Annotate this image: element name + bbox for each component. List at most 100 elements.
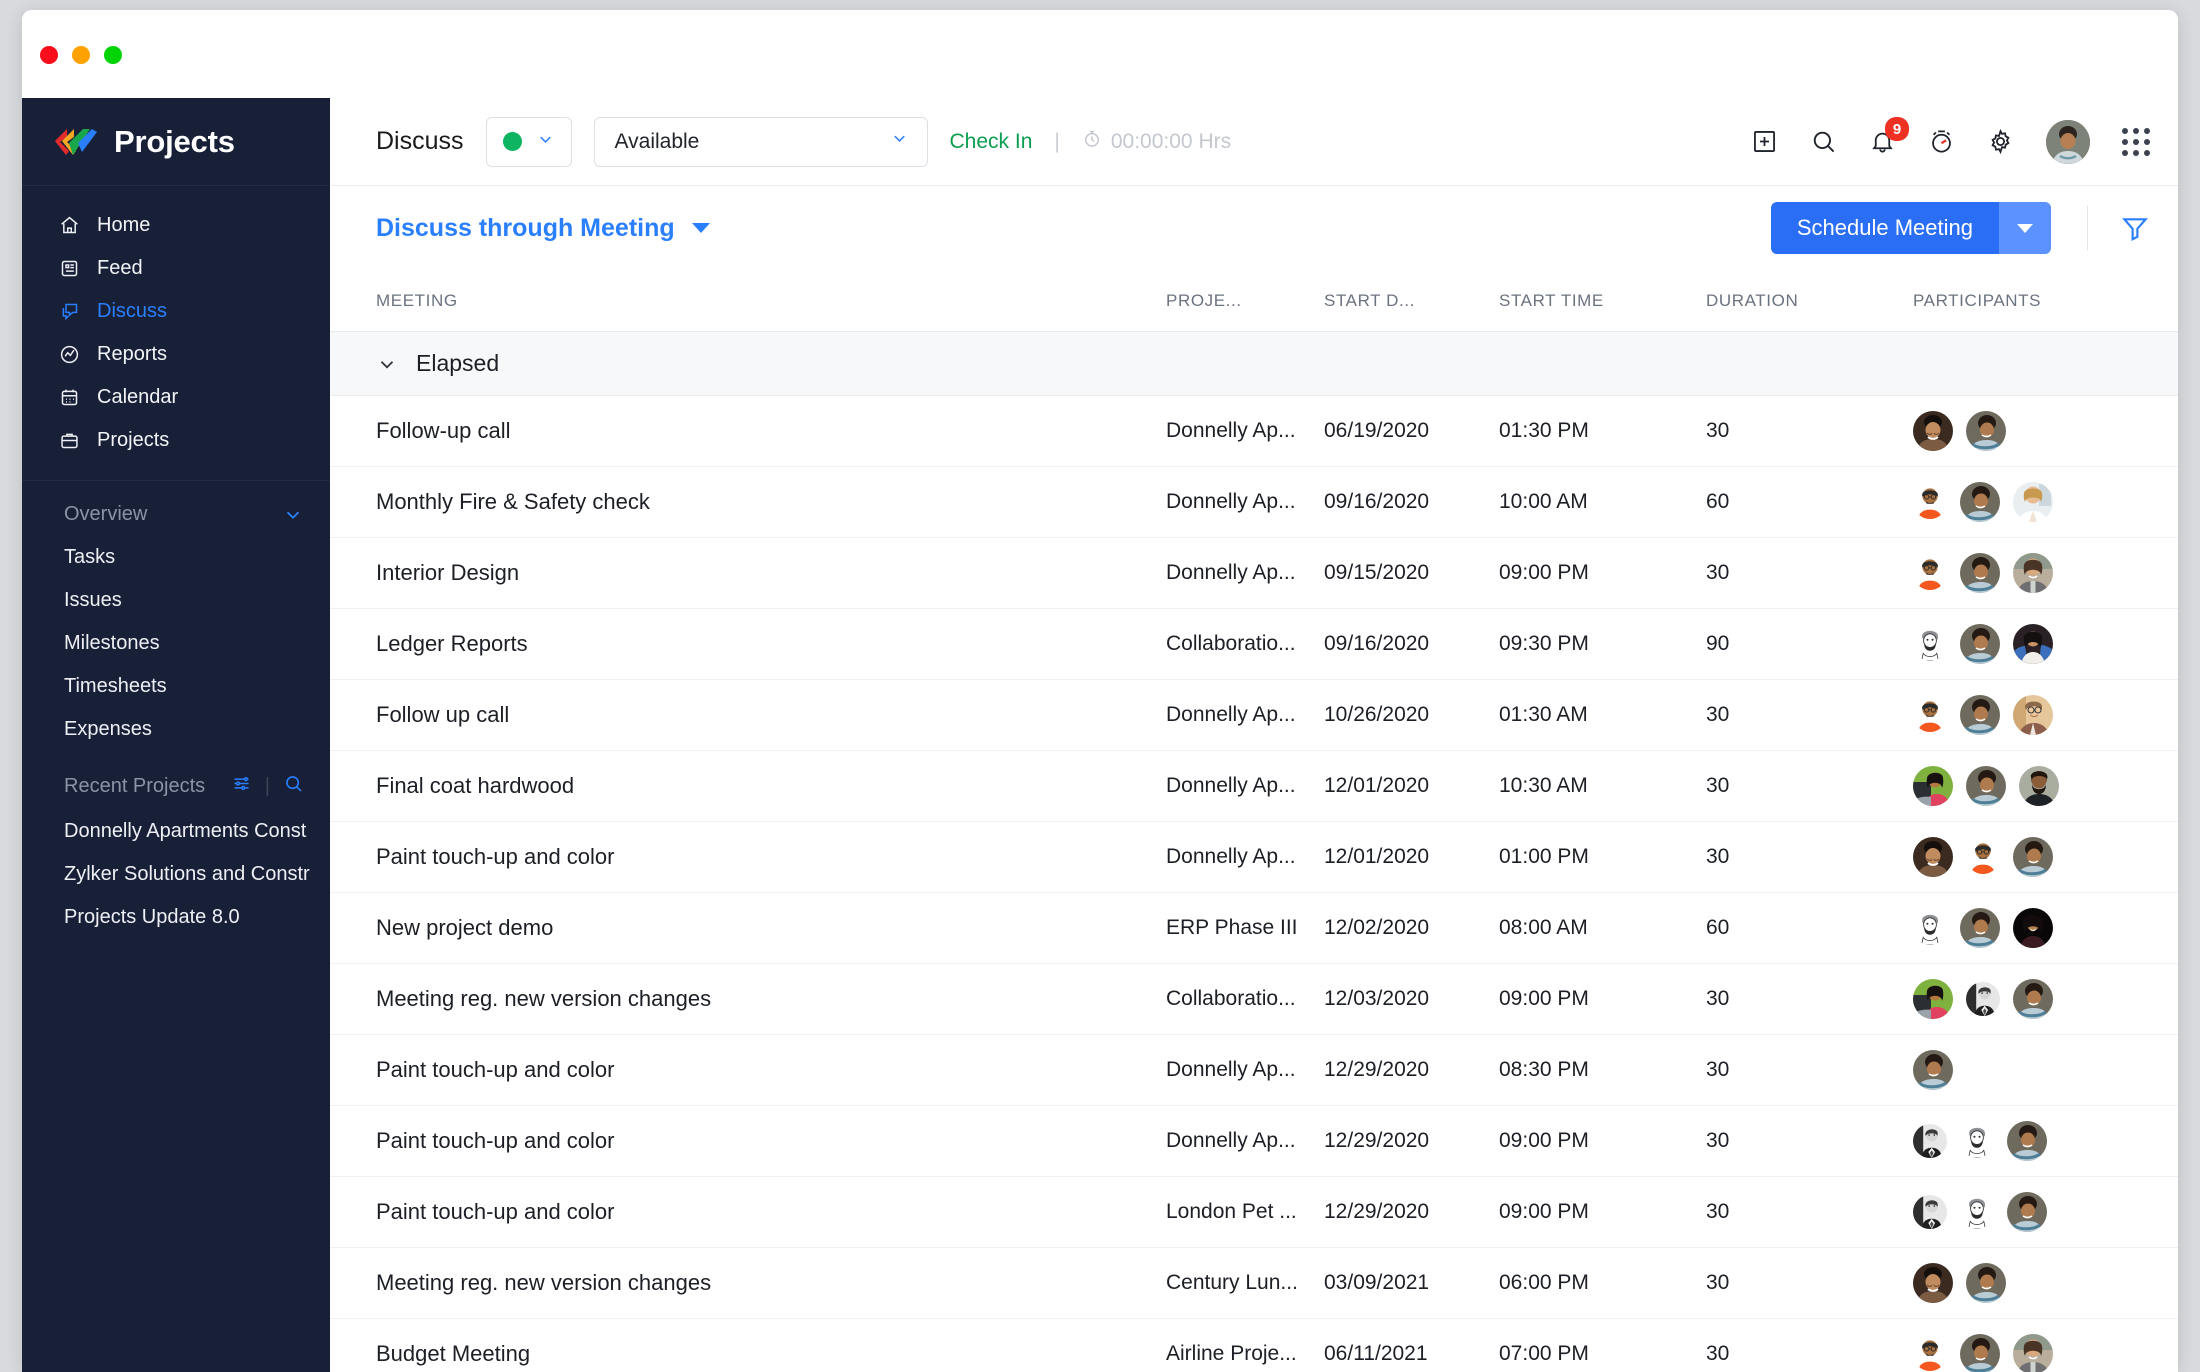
participant-avatar[interactable] (1966, 840, 2000, 874)
chevron-down-icon[interactable] (282, 504, 304, 526)
participant-avatar[interactable] (1913, 627, 1947, 661)
participant-avatar[interactable] (2013, 979, 2053, 1019)
table-row[interactable]: New project demo ERP Phase III 12/02/2020 0… (330, 893, 2178, 964)
table-row[interactable]: Budget Meeting Airline Proje... 06/11/2021… (330, 1319, 2178, 1372)
sidebar-item-label: Calendar (97, 386, 179, 408)
maximize-window-button[interactable] (104, 46, 122, 64)
filter-settings-icon[interactable] (231, 773, 252, 800)
table-row[interactable]: Final coat hardwood Donnelly Ap... 12/01/2… (330, 751, 2178, 822)
cell-participants (1913, 979, 2150, 1019)
participant-avatar[interactable] (1960, 1195, 1994, 1229)
table-row[interactable]: Monthly Fire & Safety check Donnelly Ap..… (330, 467, 2178, 538)
table-row[interactable]: Paint touch-up and color Donnelly Ap... 12… (330, 1106, 2178, 1177)
table-row[interactable]: Ledger Reports Collaboratio... 09/16/2020 0… (330, 609, 2178, 680)
sidebar-item-feed[interactable]: Feed (22, 247, 330, 290)
participant-avatar[interactable] (2007, 1121, 2047, 1161)
table-row[interactable]: Paint touch-up and color Donnelly Ap... 12… (330, 822, 2178, 893)
check-in-button[interactable]: Check In (950, 130, 1033, 154)
participant-avatar[interactable] (2019, 766, 2059, 806)
participant-avatar[interactable] (1960, 695, 2000, 735)
add-box-icon[interactable] (1751, 128, 1778, 155)
table-row[interactable]: Interior Design Donnelly Ap... 09/15/2020 0… (330, 538, 2178, 609)
participant-avatar[interactable] (2013, 1334, 2053, 1372)
close-window-button[interactable] (40, 46, 58, 64)
participant-avatar[interactable] (1960, 482, 2000, 522)
settings-icon[interactable] (1987, 128, 2014, 155)
availability-select[interactable]: Available (593, 116, 928, 167)
column-header-duration[interactable]: DURATION (1706, 291, 1913, 311)
column-header-start-time[interactable]: START TIME (1499, 291, 1706, 311)
participant-avatar[interactable] (2013, 695, 2053, 735)
participant-avatar[interactable] (1913, 556, 1947, 590)
schedule-meeting-button[interactable]: Schedule Meeting (1770, 202, 1999, 254)
notifications-icon[interactable]: 9 (1869, 117, 1909, 155)
participant-avatar[interactable] (1913, 485, 1947, 519)
participant-avatar[interactable] (2007, 1192, 2047, 1232)
table-row[interactable]: Meeting reg. new version changes Century … (330, 1248, 2178, 1319)
table-row[interactable]: Meeting reg. new version changes Collabor… (330, 964, 2178, 1035)
participant-avatar[interactable] (1966, 766, 2006, 806)
column-header-start-date[interactable]: START D... (1324, 291, 1499, 311)
recent-project-item[interactable]: Projects Update 8.0 (22, 896, 330, 939)
column-header-participants[interactable]: PARTICIPANTS (1913, 291, 2150, 311)
cell-start-time: 08:30 PM (1499, 1058, 1589, 1081)
participant-avatar[interactable] (1960, 908, 2000, 948)
sidebar-item-issues[interactable]: Issues (22, 579, 330, 622)
status-indicator-dropdown[interactable] (485, 116, 572, 167)
participant-avatar[interactable] (1960, 1334, 2000, 1372)
participant-avatar-group (1913, 837, 2150, 877)
sidebar-item-home[interactable]: Home (22, 204, 330, 247)
column-header-meeting[interactable]: MEETING (376, 291, 1166, 311)
participant-avatar[interactable] (1913, 1337, 1947, 1371)
recent-project-item[interactable]: Zylker Solutions and Constr (22, 853, 330, 896)
participant-avatar[interactable] (1960, 624, 2000, 664)
schedule-meeting-dropdown-button[interactable] (1999, 202, 2051, 254)
minimize-window-button[interactable] (72, 46, 90, 64)
group-row-elapsed[interactable]: Elapsed (330, 332, 2178, 396)
apps-grid-icon[interactable] (2122, 127, 2150, 156)
participant-avatar[interactable] (2013, 908, 2053, 948)
participant-avatar[interactable] (1966, 982, 2000, 1016)
participant-avatar[interactable] (1913, 1195, 1947, 1229)
participant-avatar[interactable] (1913, 1124, 1947, 1158)
sidebar-item-discuss[interactable]: Discuss (22, 290, 330, 333)
sidebar-item-projects[interactable]: Projects (22, 419, 330, 462)
filter-icon[interactable] (2120, 213, 2150, 243)
participant-avatar[interactable] (1913, 979, 1953, 1019)
view-selector[interactable]: Discuss through Meeting (376, 214, 710, 243)
participant-avatar[interactable] (1913, 1263, 1953, 1303)
user-avatar[interactable] (2046, 119, 2090, 164)
table-row[interactable]: Follow up call Donnelly Ap... 10/26/2020 01… (330, 680, 2178, 751)
sidebar-item-timesheets[interactable]: Timesheets (22, 665, 330, 708)
participant-avatar[interactable] (1960, 1124, 1994, 1158)
recent-projects-search-icon[interactable] (283, 773, 304, 800)
table-row[interactable]: Paint touch-up and color London Pet ... 12… (330, 1177, 2178, 1248)
search-icon[interactable] (1810, 128, 1837, 155)
sidebar-item-milestones[interactable]: Milestones (22, 622, 330, 665)
participant-avatar[interactable] (1913, 1050, 1953, 1090)
participant-avatar[interactable] (2013, 482, 2053, 522)
participant-avatar[interactable] (1913, 837, 1953, 877)
timer-icon[interactable] (1928, 128, 1955, 155)
participant-avatar[interactable] (1966, 1263, 2006, 1303)
cell-start-time: 10:00 AM (1499, 490, 1588, 513)
table-row[interactable]: Paint touch-up and color Donnelly Ap... 12… (330, 1035, 2178, 1106)
participant-avatar[interactable] (1913, 698, 1947, 732)
overview-section-header[interactable]: Overview (22, 481, 330, 536)
participant-avatar[interactable] (1960, 553, 2000, 593)
participant-avatar[interactable] (1966, 411, 2006, 451)
participant-avatar[interactable] (1913, 911, 1947, 945)
sidebar-item-tasks[interactable]: Tasks (22, 536, 330, 579)
participant-avatar[interactable] (2013, 624, 2053, 664)
participant-avatar[interactable] (2013, 837, 2053, 877)
recent-project-item[interactable]: Donnelly Apartments Const (22, 810, 330, 853)
sidebar-item-expenses[interactable]: Expenses (22, 708, 330, 751)
table-row[interactable]: Follow-up call Donnelly Ap... 06/19/2020 01… (330, 396, 2178, 467)
column-header-project[interactable]: PROJE... (1166, 291, 1324, 311)
participant-avatar[interactable] (2013, 553, 2053, 593)
sidebar-item-reports[interactable]: Reports (22, 333, 330, 376)
participant-avatar[interactable] (1913, 411, 1953, 451)
sidebar-item-calendar[interactable]: Calendar (22, 376, 330, 419)
participant-avatar[interactable] (1913, 766, 1953, 806)
brand[interactable]: Projects (22, 98, 330, 186)
